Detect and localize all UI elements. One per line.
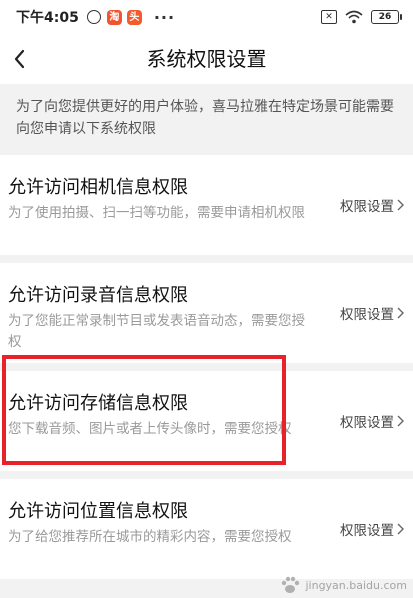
paw-logo-icon — [282, 576, 300, 593]
permission-settings-label: 权限设置 — [340, 199, 394, 215]
permission-item-camera: 允许访问相机信息权限 为了使用拍摄、扫一扫等功能，需要申请相机权限 权限设置 — [0, 155, 413, 255]
permission-title: 允许访问录音信息权限 — [8, 285, 188, 306]
permission-settings-label: 权限设置 — [340, 523, 394, 539]
alarm-icon — [86, 10, 101, 24]
permission-settings-label: 权限设置 — [340, 307, 394, 323]
toutiao-app-icon: 头 — [126, 9, 142, 25]
microphone-permission-settings-link[interactable]: 权限设置 — [340, 303, 405, 323]
permission-item-storage: 允许访问存储信息权限 您下载音频、图片或者上传头像时，需要您授权 权限设置 — [0, 371, 413, 471]
more-notifications-icon: ··· — [153, 7, 176, 27]
chevron-right-icon — [397, 415, 404, 427]
battery-icon: 26 — [371, 10, 402, 24]
permission-notice: 为了向您提供更好的用户体验，喜马拉雅在特定场景可能需要向您申请以下系统权限 — [16, 99, 394, 137]
permission-title: 允许访问位置信息权限 — [8, 501, 188, 522]
chevron-right-icon — [397, 523, 404, 535]
permission-description: 为了给您推荐所在城市的精彩内容，需要您授权 — [8, 529, 292, 545]
camera-permission-settings-link[interactable]: 权限设置 — [340, 195, 405, 215]
status-time: 下午4:05 — [16, 10, 79, 26]
permission-title: 允许访问相机信息权限 — [8, 177, 188, 198]
taobao-app-icon: 淘 — [106, 9, 122, 25]
location-permission-settings-link[interactable]: 权限设置 — [340, 519, 405, 539]
watermark: jingyan.baidu.com — [279, 574, 407, 596]
status-right-group: ✕ 26 — [321, 10, 402, 24]
storage-permission-settings-link[interactable]: 权限设置 — [340, 411, 405, 431]
chevron-right-icon — [397, 307, 404, 319]
permission-description: 为了使用拍摄、扫一扫等功能，需要申请相机权限 — [8, 205, 305, 221]
status-bar: 下午4:05 淘 头 ··· ✕ 26 — [0, 0, 413, 34]
nav-bar: 系统权限设置 — [0, 34, 413, 84]
no-sim-icon: ✕ — [321, 10, 337, 24]
wifi-icon — [345, 10, 363, 24]
permission-item-location: 允许访问位置信息权限 为了给您推荐所在城市的精彩内容，需要您授权 权限设置 — [0, 479, 413, 579]
permission-settings-label: 权限设置 — [340, 415, 394, 431]
page-title: 系统权限设置 — [146, 47, 267, 71]
watermark-text: jingyan.baidu.com — [305, 578, 407, 592]
permission-title: 允许访问存储信息权限 — [8, 393, 188, 414]
chevron-right-icon — [397, 199, 404, 211]
permission-description: 为了您能正常录制节目或发表语音动态，需要您授权 — [8, 313, 305, 350]
permission-item-microphone: 允许访问录音信息权限 为了您能正常录制节目或发表语音动态，需要您授权 权限设置 — [0, 263, 413, 363]
permission-description: 您下载音频、图片或者上传头像时，需要您授权 — [8, 421, 292, 437]
